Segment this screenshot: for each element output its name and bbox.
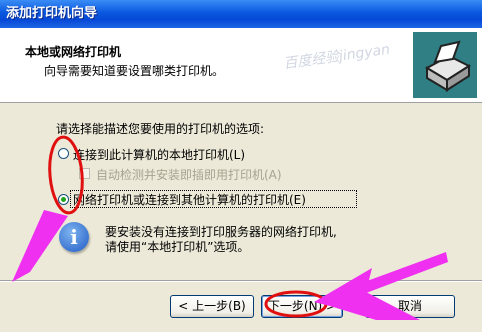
info-message: 要安装没有连接到打印服务器的网络打印机, 请使用“本地打印机”选项。: [105, 225, 337, 255]
local-printer-label[interactable]: 连接到此计算机的本地打印机(L): [73, 146, 245, 163]
option-prompt: 请选择能描述您要使用的打印机的选项:: [56, 122, 265, 136]
next-button[interactable]: 下一步(N) >: [261, 295, 343, 318]
cancel-button[interactable]: 取消: [365, 295, 455, 318]
back-button[interactable]: < 上一步(B): [170, 295, 254, 318]
watermark: 百度经验jingyan: [282, 41, 392, 73]
divider: [0, 280, 482, 282]
info-line-1: 要安装没有连接到打印服务器的网络打印机,: [105, 225, 337, 239]
wizard-header: 本地或网络打印机 向导需要知道要设置哪类打印机。 百度经验jingyan: [0, 28, 482, 103]
printer-icon: [413, 32, 477, 98]
page-subtitle: 向导需要知道要设置哪类打印机。: [44, 64, 225, 78]
network-printer-radio[interactable]: [58, 194, 69, 205]
auto-detect-label: 自动检测并安装即插即用打印机(A): [96, 168, 282, 182]
network-printer-label[interactable]: 网络打印机或连接到其他计算机的打印机(E): [73, 191, 306, 208]
info-line-2: 请使用“本地打印机”选项。: [105, 240, 250, 254]
title-bar[interactable]: 添加打印机向导: [0, 0, 482, 28]
local-printer-radio[interactable]: [58, 148, 69, 159]
page-title: 本地或网络打印机: [25, 45, 122, 59]
wizard-body: 请选择能描述您要使用的打印机的选项: 连接到此计算机的本地打印机(L) 自动检测…: [0, 103, 482, 332]
window-title: 添加打印机向导: [6, 6, 98, 21]
auto-detect-checkbox[interactable]: [79, 168, 90, 179]
info-icon: i: [59, 222, 89, 252]
